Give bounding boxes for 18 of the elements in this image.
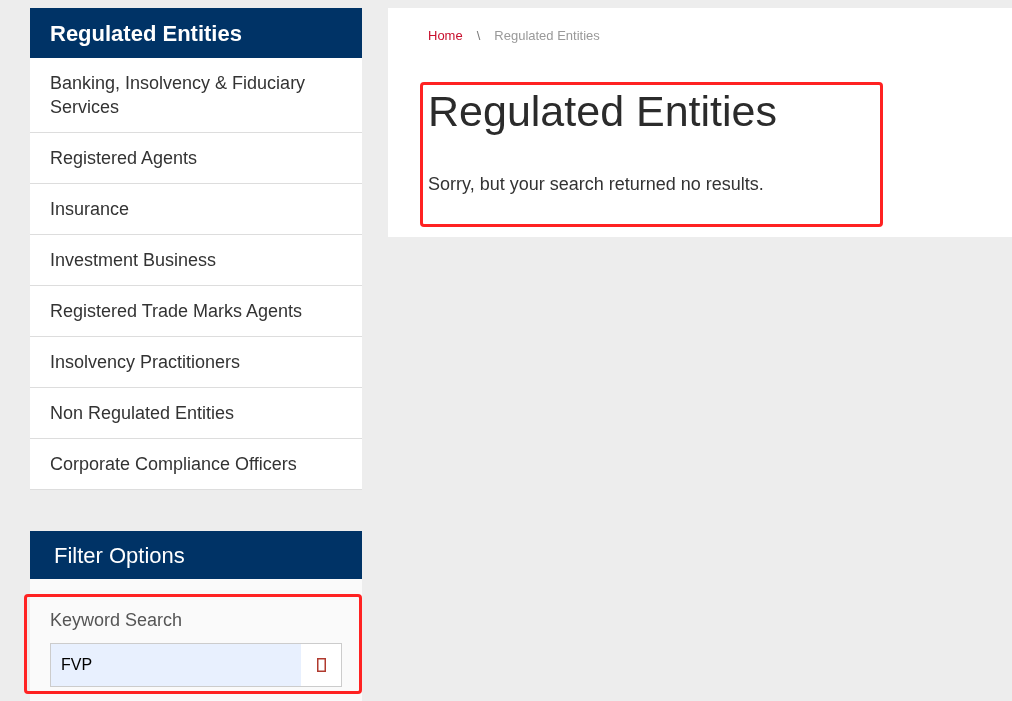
sidebar-item[interactable]: Registered Trade Marks Agents [30, 286, 362, 337]
sidebar-item[interactable]: Insolvency Practitioners [30, 337, 362, 388]
sidebar-item[interactable]: Registered Agents [30, 133, 362, 184]
sidebar-item[interactable]: Non Regulated Entities [30, 388, 362, 439]
sidebar-item[interactable]: Corporate Compliance Officers [30, 439, 362, 490]
sidebar-header: Regulated Entities [30, 8, 362, 58]
no-results-message: Sorry, but your search returned no results. [428, 173, 764, 196]
sidebar-item[interactable]: Insurance [30, 184, 362, 235]
breadcrumb-separator: \ [476, 28, 481, 44]
sidebar-item[interactable]: Investment Business [30, 235, 362, 286]
sidebar-item[interactable]: Banking, Insolvency & Fiduciary Services [30, 58, 362, 133]
filter-header: Filter Options [30, 531, 362, 579]
breadcrumb-current: Regulated Entities [494, 28, 600, 44]
keyword-search-label: Keyword Search [50, 609, 183, 632]
square-outline-icon [316, 658, 326, 672]
keyword-search-field[interactable]: FVP [50, 643, 342, 687]
breadcrumb-link[interactable]: Home [428, 28, 463, 44]
page-title: Regulated Entities [428, 86, 777, 137]
